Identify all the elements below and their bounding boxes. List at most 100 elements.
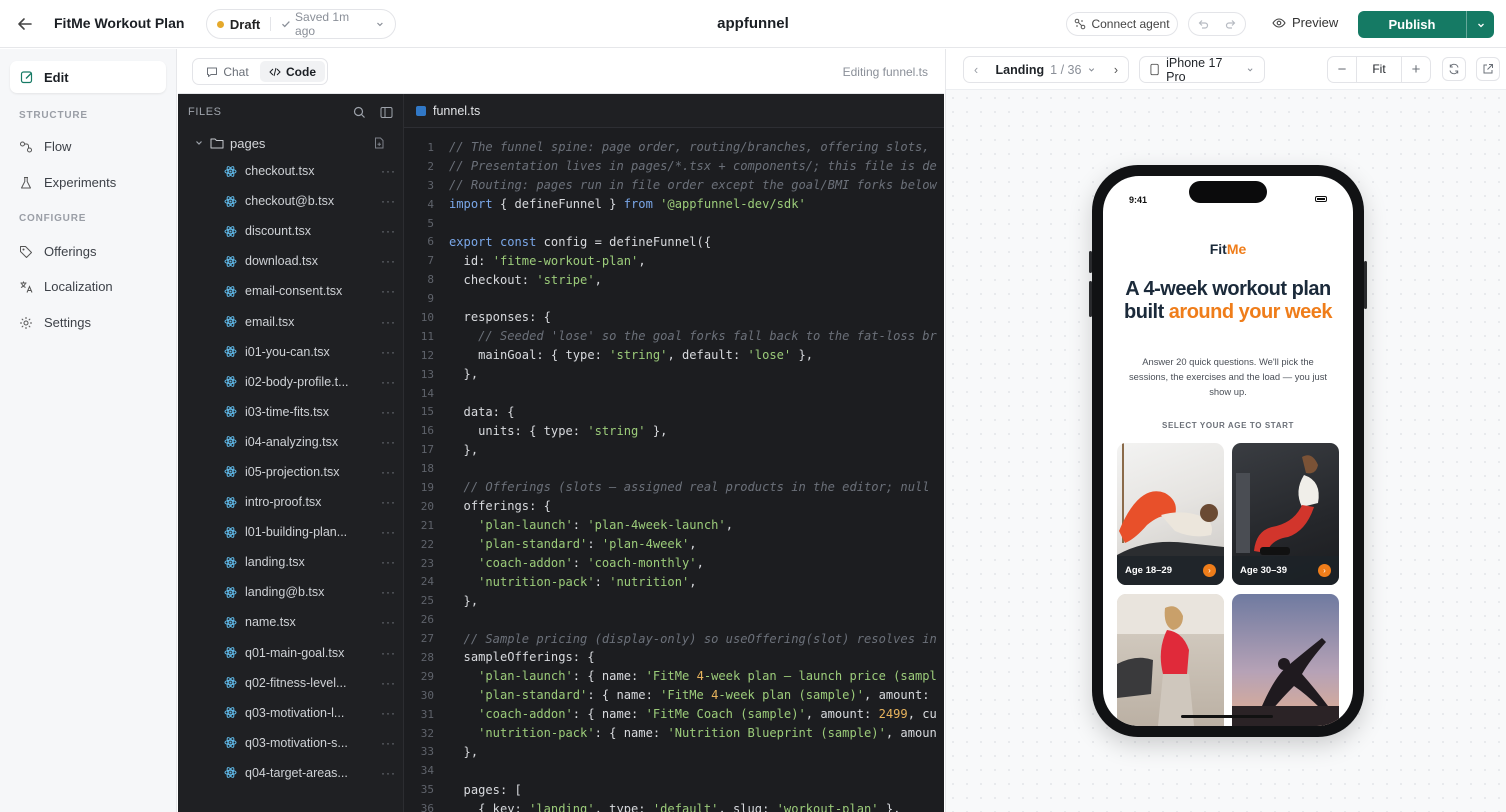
file-item[interactable]: i03-time-fits.tsx ··· [178, 397, 403, 427]
publish-button[interactable]: Publish [1358, 11, 1466, 38]
connect-agent-button[interactable]: Connect agent [1066, 12, 1178, 36]
file-item[interactable]: checkout.tsx ··· [178, 156, 403, 186]
more-options-icon[interactable]: ··· [381, 435, 396, 449]
file-item[interactable]: landing.tsx ··· [178, 547, 403, 577]
zoom-out-button[interactable]: − [1328, 61, 1356, 78]
more-options-icon[interactable]: ··· [381, 224, 396, 238]
folder-pages[interactable]: pages [178, 130, 403, 156]
sidebar-item-experiments[interactable]: Experiments [19, 175, 116, 190]
redo-icon[interactable] [1225, 18, 1237, 30]
chevron-right-icon[interactable]: › [1114, 63, 1118, 77]
file-item[interactable]: email-consent.tsx ··· [178, 276, 403, 306]
preview-button[interactable]: Preview [1272, 15, 1338, 30]
file-item[interactable]: i04-analyzing.tsx ··· [178, 427, 403, 457]
react-file-icon [224, 436, 237, 448]
code-text: data: { [449, 404, 515, 419]
more-options-icon[interactable]: ··· [381, 555, 396, 569]
phone-icon [1150, 63, 1159, 76]
sidebar-item-edit[interactable]: Edit [10, 61, 166, 93]
file-item[interactable]: discount.tsx ··· [178, 216, 403, 246]
sidebar-item-offerings[interactable]: Offerings [19, 244, 97, 259]
zoom-in-button[interactable]: + [1402, 61, 1430, 78]
file-item[interactable]: q02-fitness-level... ··· [178, 668, 403, 698]
file-item[interactable]: q04-target-areas... ··· [178, 758, 403, 788]
line-number: 33 [420, 745, 434, 759]
more-options-icon[interactable]: ··· [381, 766, 396, 780]
zoom-level[interactable]: Fit [1356, 57, 1402, 82]
code-text: 'nutrition-pack': 'nutrition', [478, 574, 697, 589]
more-options-icon[interactable]: ··· [381, 615, 396, 629]
editor-tab-funnel-ts[interactable]: funnel.ts [404, 94, 944, 128]
more-options-icon[interactable]: ··· [381, 254, 396, 268]
file-item[interactable]: download.tsx ··· [178, 246, 403, 276]
chevron-left-icon[interactable]: ‹ [974, 63, 978, 77]
back-arrow-icon[interactable] [14, 13, 36, 35]
react-file-icon [224, 406, 237, 418]
file-item[interactable]: q03-motivation-s... ··· [178, 728, 403, 758]
publish-options-button[interactable] [1466, 11, 1494, 38]
edit-icon [20, 71, 33, 84]
more-options-icon[interactable]: ··· [381, 676, 396, 690]
file-item[interactable]: q01-main-goal.tsx ··· [178, 638, 403, 668]
file-tree: FILES pages checkout.tsx ··· checkout@b.ts… [178, 94, 404, 812]
file-item[interactable]: i01-you-can.tsx ··· [178, 337, 403, 367]
tab-code[interactable]: Code [260, 61, 325, 82]
file-item[interactable]: intro-proof.tsx ··· [178, 487, 403, 517]
page-selector[interactable]: ‹ Landing 1 / 36 › [963, 56, 1129, 83]
more-options-icon[interactable]: ··· [381, 585, 396, 599]
file-name: landing.tsx [245, 555, 305, 570]
code-editor[interactable]: funnel.ts 1 // The funnel spine: page ord… [404, 94, 944, 812]
age-card-30-39[interactable]: Age 30–39 › [1232, 443, 1339, 585]
more-options-icon[interactable]: ··· [381, 164, 396, 178]
code-line: 26 [404, 610, 944, 629]
chevron-down-icon [1477, 23, 1484, 27]
file-item[interactable]: l01-building-plan... ··· [178, 517, 403, 547]
file-item[interactable]: email.tsx ··· [178, 306, 403, 336]
dynamic-island [1189, 181, 1267, 203]
age-card-18-29[interactable]: Age 18–29 › [1117, 443, 1224, 585]
code-text: 'plan-standard': 'plan-4week', [478, 537, 697, 552]
file-item[interactable]: name.tsx ··· [178, 607, 403, 637]
file-name: q01-main-goal.tsx [245, 645, 345, 660]
more-options-icon[interactable]: ··· [381, 465, 396, 479]
collapse-panel-icon[interactable] [380, 106, 393, 119]
sidebar-item-localization[interactable]: Localization [19, 279, 113, 294]
sidebar-item-settings[interactable]: Settings [19, 315, 91, 330]
file-list: checkout.tsx ··· checkout@b.tsx ··· discount… [178, 156, 403, 788]
undo-icon[interactable] [1197, 18, 1209, 30]
more-options-icon[interactable]: ··· [381, 646, 396, 660]
more-options-icon[interactable]: ··· [381, 194, 396, 208]
status-dropdown[interactable]: Draft Saved 1m ago [206, 9, 396, 39]
code-text: }, [449, 744, 479, 759]
more-options-icon[interactable]: ··· [381, 736, 396, 750]
react-file-icon [224, 286, 237, 297]
code-text: 'plan-launch': 'plan-4week-launch', [478, 518, 733, 533]
tab-chat[interactable]: Chat [195, 61, 260, 82]
age-card-40-49[interactable] [1117, 594, 1224, 726]
file-item[interactable]: i05-projection.tsx ··· [178, 457, 403, 487]
more-options-icon[interactable]: ··· [381, 345, 396, 359]
open-external-button[interactable] [1476, 57, 1500, 81]
more-options-icon[interactable]: ··· [381, 284, 396, 298]
sidebar-item-flow[interactable]: Flow [19, 139, 71, 154]
more-options-icon[interactable]: ··· [381, 525, 396, 539]
file-item[interactable]: i02-body-profile.t... ··· [178, 367, 403, 397]
more-options-icon[interactable]: ··· [381, 315, 396, 329]
more-options-icon[interactable]: ··· [381, 706, 396, 720]
device-selector[interactable]: iPhone 17 Pro [1139, 56, 1265, 84]
new-file-icon[interactable] [373, 137, 385, 149]
more-options-icon[interactable]: ··· [381, 405, 396, 419]
file-item[interactable]: checkout@b.tsx ··· [178, 186, 403, 216]
line-number: 7 [427, 254, 434, 268]
line-number: 12 [420, 348, 434, 362]
search-icon[interactable] [353, 106, 366, 119]
more-options-icon[interactable]: ··· [381, 375, 396, 389]
line-number: 27 [420, 632, 434, 646]
age-card-50-plus[interactable] [1232, 594, 1339, 726]
file-item[interactable]: landing@b.tsx ··· [178, 577, 403, 607]
code-text: 'coach-addon': 'coach-monthly', [478, 556, 704, 571]
file-item[interactable]: q03-motivation-l... ··· [178, 698, 403, 728]
refresh-button[interactable] [1442, 57, 1466, 81]
project-title: FitMe Workout Plan [54, 15, 185, 31]
more-options-icon[interactable]: ··· [381, 495, 396, 509]
